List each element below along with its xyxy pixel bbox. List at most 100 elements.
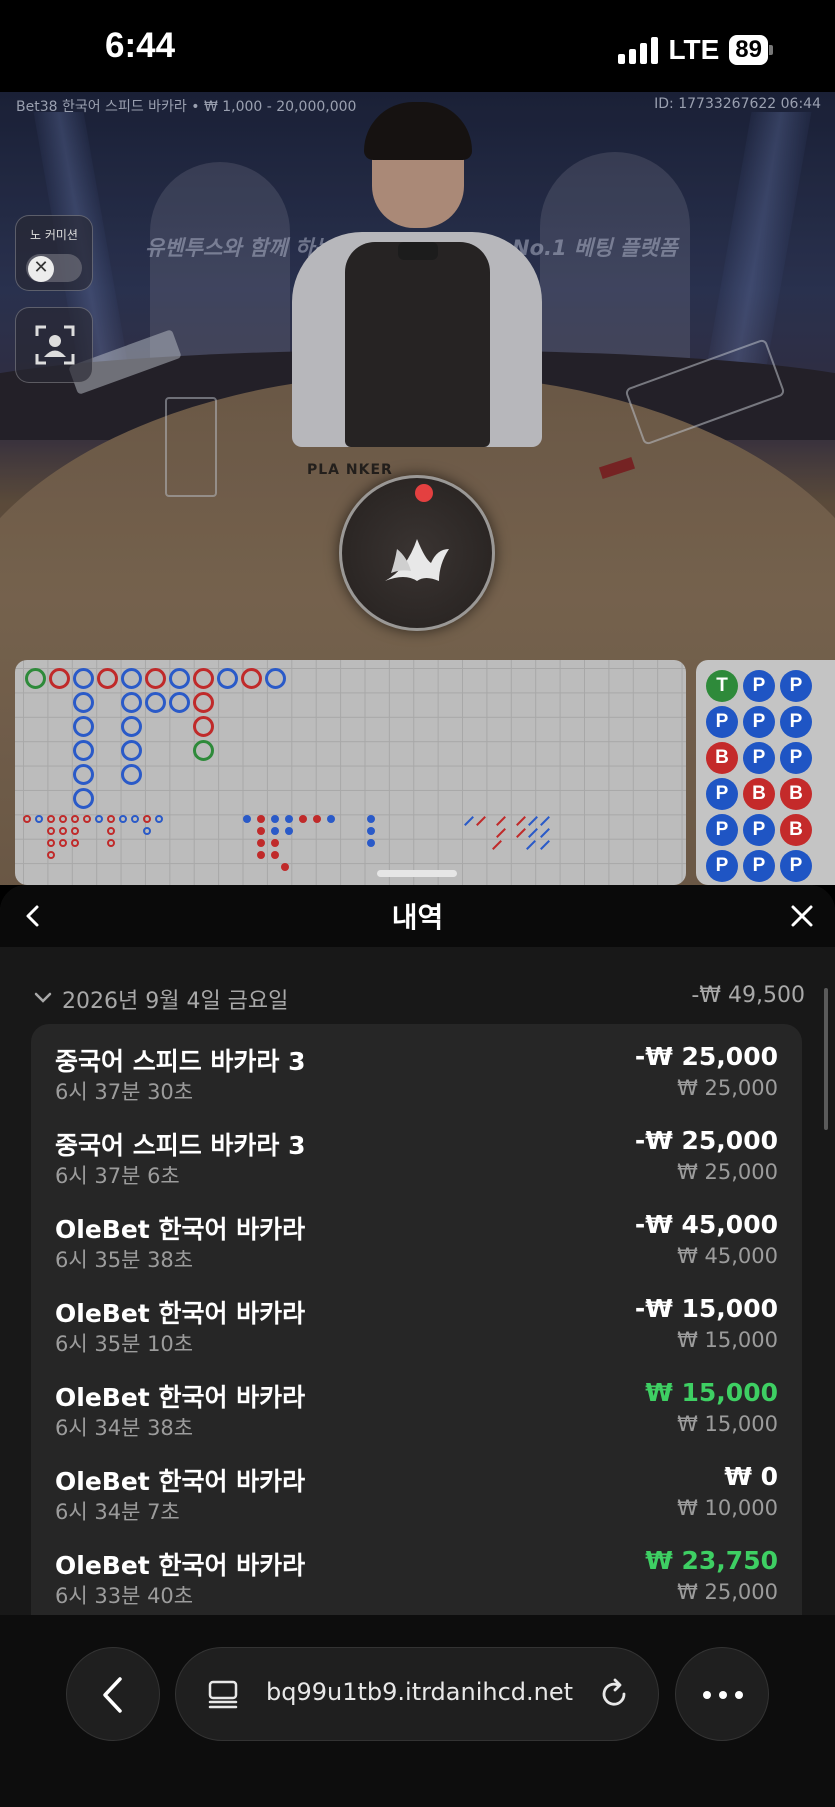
- small-road-mark: [59, 815, 67, 823]
- tabs-icon: [208, 1680, 238, 1709]
- status-time: 6:44: [105, 26, 176, 65]
- date-group-header[interactable]: 2026년 9월 4일 금요일 -₩ 49,500: [30, 981, 805, 1017]
- bead-player: P: [706, 778, 738, 810]
- reload-icon[interactable]: [596, 1676, 632, 1712]
- eye-road-mark: [271, 815, 279, 823]
- history-row[interactable]: OleBet 한국어 바카라 6시 34분 38초 ₩ 15,000 ₩ 15,000: [31, 1370, 802, 1454]
- road-player: [121, 692, 142, 713]
- eye-road-mark: [367, 827, 375, 835]
- browser-back-button[interactable]: [66, 1647, 160, 1741]
- no-commission-toggle[interactable]: 노 커미션 ✕: [15, 215, 93, 291]
- game-name: 중국어 스피드 바카라 3: [55, 1131, 306, 1160]
- history-row[interactable]: 중국어 스피드 바카라 3 6시 37분 30초 -₩ 25,000 ₩ 25,000: [31, 1034, 802, 1118]
- bet-stake: ₩ 25,000: [677, 1076, 778, 1100]
- small-road-mark: [71, 839, 79, 847]
- bet-time: 6시 35분 38초: [55, 1248, 194, 1272]
- small-road-mark: [107, 839, 115, 847]
- game-name: OleBet 한국어 바카라: [55, 1215, 306, 1244]
- more-menu-button[interactable]: [675, 1647, 769, 1741]
- bet-time: 6시 34분 38초: [55, 1416, 194, 1440]
- bet-result: ₩ 23,750: [645, 1546, 778, 1575]
- road-player: [73, 740, 94, 761]
- history-row[interactable]: OleBet 한국어 바카라 6시 34분 7초 ₩ 0 ₩ 10,000: [31, 1454, 802, 1538]
- road-banker: [145, 668, 166, 689]
- cockroach-road-mark: [464, 816, 474, 826]
- eye-road-mark: [271, 839, 279, 847]
- status-bar: 6:44 LTE 89: [0, 0, 835, 92]
- bead-player: P: [780, 670, 812, 702]
- battery-level: 89: [729, 35, 768, 65]
- cockroach-road-mark: [526, 840, 536, 850]
- road-player: [217, 668, 238, 689]
- road-player: [121, 764, 142, 785]
- road-player: [73, 692, 94, 713]
- bet-result: -₩ 15,000: [634, 1294, 778, 1323]
- bet-result: -₩ 25,000: [634, 1126, 778, 1155]
- game-name: OleBet 한국어 바카라: [55, 1299, 306, 1328]
- road-tie-mark: [25, 668, 46, 689]
- bead-banker: B: [780, 778, 812, 810]
- eye-road-mark: [257, 815, 265, 823]
- address-bar[interactable]: bq99u1tb9.itrdanihcd.net: [175, 1647, 659, 1741]
- road-banker: [193, 692, 214, 713]
- bet-stake: ₩ 45,000: [677, 1244, 778, 1268]
- small-road-mark: [35, 815, 43, 823]
- road-player: [73, 716, 94, 737]
- bead-player: P: [743, 742, 775, 774]
- camera-icon: [35, 325, 75, 365]
- road-banker: [49, 668, 70, 689]
- game-name: OleBet 한국어 바카라: [55, 1551, 306, 1580]
- history-row[interactable]: OleBet 한국어 바카라 6시 33분 40초 ₩ 23,750 ₩ 25,000: [31, 1538, 802, 1615]
- small-road-mark: [23, 815, 31, 823]
- road-player: [73, 788, 94, 809]
- road-banker: [97, 668, 118, 689]
- bead-player: P: [743, 706, 775, 738]
- road-player: [121, 668, 142, 689]
- history-row[interactable]: OleBet 한국어 바카라 6시 35분 38초 -₩ 45,000 ₩ 45,00…: [31, 1202, 802, 1286]
- eye-road-mark: [271, 851, 279, 859]
- eye-road-mark: [367, 839, 375, 847]
- scrollbar[interactable]: [824, 988, 828, 1130]
- eye-road-mark: [281, 863, 289, 871]
- road-player: [169, 668, 190, 689]
- road-banker: [241, 668, 262, 689]
- bead-player: P: [780, 850, 812, 882]
- road-player: [73, 764, 94, 785]
- crown-logo-icon: [385, 539, 449, 581]
- bet-stake: ₩ 25,000: [677, 1160, 778, 1184]
- table-info: Bet38 한국어 스피드 바카라 • ₩ 1,000 - 20,000,000: [16, 99, 357, 115]
- bead-banker: B: [706, 742, 738, 774]
- bead-player: P: [706, 850, 738, 882]
- panel-drag-handle[interactable]: [377, 870, 457, 877]
- browser-toolbar: bq99u1tb9.itrdanihcd.net: [0, 1615, 835, 1807]
- url-text: bq99u1tb9.itrdanihcd.net: [266, 1678, 574, 1706]
- cockroach-road-mark: [540, 840, 550, 850]
- bead-player: P: [743, 670, 775, 702]
- scoreboard-roadmap[interactable]: [15, 660, 686, 885]
- bet-time: 6시 34분 7초: [55, 1500, 180, 1524]
- camera-view-button[interactable]: [15, 307, 93, 383]
- road-banker: [193, 668, 214, 689]
- bet-time: 6시 37분 30초: [55, 1080, 194, 1104]
- history-row[interactable]: OleBet 한국어 바카라 6시 35분 10초 -₩ 15,000 ₩ 15,00…: [31, 1286, 802, 1370]
- road-player: [145, 692, 166, 713]
- road-player: [169, 692, 190, 713]
- battery-icon: 89: [729, 35, 773, 65]
- cockroach-road-mark: [516, 816, 526, 826]
- small-road-mark: [47, 827, 55, 835]
- game-name: OleBet 한국어 바카라: [55, 1383, 306, 1412]
- cockroach-road-mark: [496, 816, 506, 826]
- road-player: [73, 668, 94, 689]
- small-road-mark: [143, 815, 151, 823]
- close-icon[interactable]: [787, 901, 817, 931]
- history-list: 중국어 스피드 바카라 3 6시 37분 30초 -₩ 25,000 ₩ 25,000…: [31, 1024, 802, 1615]
- eye-road-mark: [271, 827, 279, 835]
- small-road-mark: [47, 851, 55, 859]
- history-row[interactable]: 중국어 스피드 바카라 3 6시 37분 6초 -₩ 25,000 ₩ 25,000: [31, 1118, 802, 1202]
- bet-stake: ₩ 15,000: [677, 1412, 778, 1436]
- small-road-mark: [59, 827, 67, 835]
- bead-road[interactable]: TPPPPPBPPPBBPPBPPP: [696, 660, 835, 885]
- cockroach-road-mark: [492, 840, 502, 850]
- bet-time: 6시 35분 10초: [55, 1332, 194, 1356]
- bead-player: P: [706, 814, 738, 846]
